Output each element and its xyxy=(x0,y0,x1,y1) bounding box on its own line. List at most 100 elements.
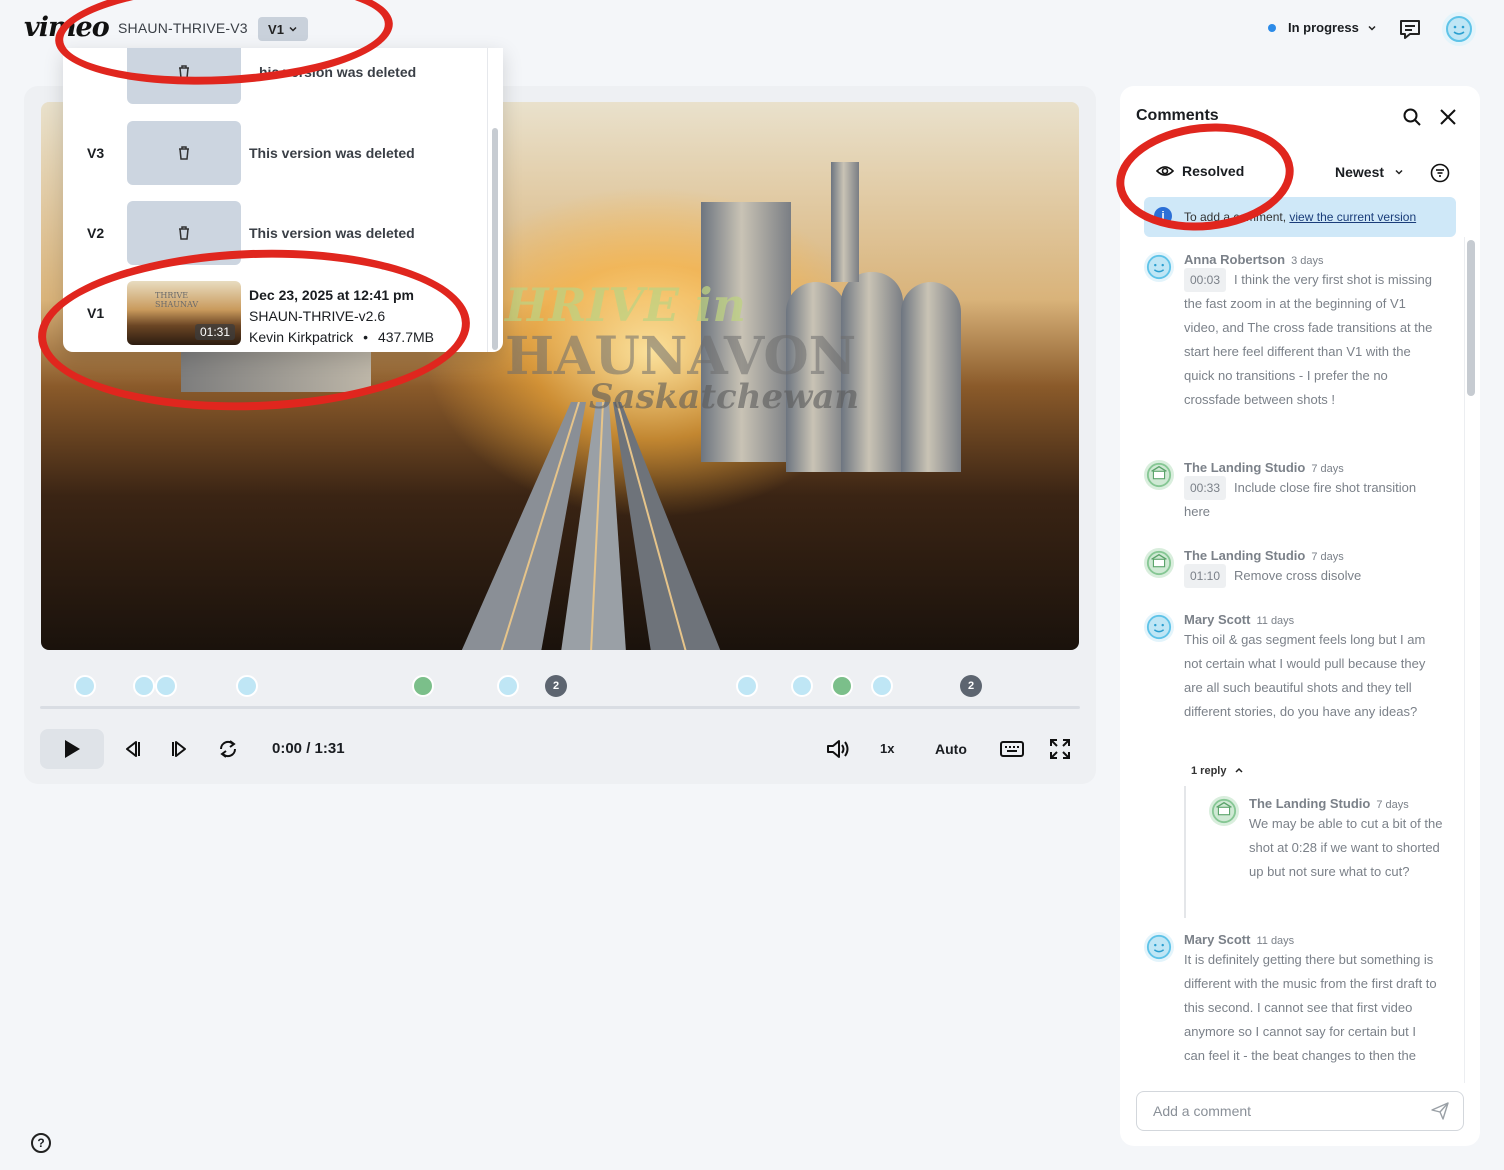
version-label: V2 xyxy=(87,225,105,241)
reply-item[interactable]: The Landing Studio 7 days We may be able … xyxy=(1209,796,1449,916)
elevator-tower xyxy=(831,162,859,282)
comments-toggle-icon[interactable] xyxy=(1398,18,1422,40)
next-frame-button[interactable] xyxy=(168,737,192,761)
close-icon[interactable] xyxy=(1438,107,1458,127)
status-dropdown[interactable]: In progress xyxy=(1268,20,1377,35)
send-icon[interactable] xyxy=(1431,1102,1449,1120)
avatar xyxy=(1144,460,1174,490)
status-dot xyxy=(1268,23,1276,32)
face-icon xyxy=(1146,254,1172,280)
search-icon[interactable] xyxy=(1402,107,1422,127)
loop-icon xyxy=(219,740,237,758)
playback-speed-button[interactable]: 1x xyxy=(880,741,894,756)
comment-body: We may be able to cut a bit of the shot … xyxy=(1249,812,1444,884)
comment-item[interactable]: The Landing Studio 7 days 01:10 Remove cro… xyxy=(1144,548,1444,594)
timeline-comment-marker[interactable] xyxy=(133,675,155,697)
comment-body: 00:33 Include close fire shot transition … xyxy=(1184,476,1440,524)
comment-timestamp[interactable]: 00:03 xyxy=(1184,268,1227,292)
view-current-version-link[interactable]: view the current version xyxy=(1289,210,1416,224)
comment-item[interactable]: Mary Scott 11 days This oil & gas segment… xyxy=(1144,612,1444,752)
volume-button[interactable] xyxy=(826,737,850,761)
fullscreen-icon xyxy=(1050,739,1070,759)
deleted-thumbnail xyxy=(127,121,241,185)
avatar xyxy=(1144,612,1174,642)
quality-button[interactable]: Auto xyxy=(935,741,967,757)
help-button[interactable]: ? xyxy=(31,1133,51,1153)
comment-author: Mary Scott xyxy=(1184,932,1251,947)
timeline-comment-marker[interactable] xyxy=(831,675,853,697)
comment-item[interactable]: The Landing Studio 7 days 00:33 Include cl… xyxy=(1144,460,1444,530)
video-title-overlay: HRIVE in HAUNAVON Saskatchewan xyxy=(505,278,859,417)
avatar xyxy=(1144,252,1174,282)
comment-body: It is definitely getting there but somet… xyxy=(1184,948,1440,1068)
timeline-comment-count[interactable]: 2 xyxy=(545,675,567,697)
filter-icon[interactable] xyxy=(1430,163,1450,183)
sort-label: Newest xyxy=(1335,164,1385,180)
sort-dropdown[interactable]: Newest xyxy=(1335,164,1404,180)
comment-author: The Landing Studio xyxy=(1184,548,1306,563)
timeline-comment-count[interactable]: 2 xyxy=(960,675,982,697)
timeline-comment-marker[interactable] xyxy=(412,675,434,697)
face-icon xyxy=(1446,16,1472,42)
timeline-comment-marker[interactable] xyxy=(871,675,893,697)
comments-fade xyxy=(1130,1060,1460,1084)
play-button[interactable] xyxy=(40,729,104,769)
deleted-label: This version was deleted xyxy=(249,225,415,241)
comment-text: It is definitely getting there but somet… xyxy=(1184,952,1437,1063)
timeline-comment-marker[interactable] xyxy=(155,675,177,697)
comment-body: This oil & gas segment feels long but I … xyxy=(1184,628,1440,724)
comments-scroll-track xyxy=(1464,237,1465,1083)
keyboard-icon xyxy=(1000,741,1024,757)
timeline-comment-marker[interactable] xyxy=(791,675,813,697)
status-label: In progress xyxy=(1288,20,1359,35)
comment-text: I think the very first shot is missing t… xyxy=(1184,272,1433,407)
chevron-up-icon xyxy=(1235,767,1243,773)
replies-toggle[interactable]: 1 reply xyxy=(1191,765,1244,777)
version-label: V3 xyxy=(87,145,105,161)
trash-icon xyxy=(179,226,189,240)
comment-age: 11 days xyxy=(1256,615,1295,627)
timeline-comment-marker[interactable] xyxy=(736,675,758,697)
comment-header: Anna Robertson 3 days xyxy=(1184,252,1324,267)
dropdown-scrollbar[interactable] xyxy=(492,128,498,350)
timeline-comment-marker[interactable] xyxy=(74,675,96,697)
add-comment-input[interactable]: Add a comment xyxy=(1136,1091,1464,1131)
fullscreen-button[interactable] xyxy=(1048,737,1072,761)
avatar xyxy=(1209,796,1239,826)
trash-icon xyxy=(179,146,189,160)
step-back-icon xyxy=(126,741,140,757)
replies-count: 1 reply xyxy=(1191,765,1227,777)
avatar xyxy=(1144,932,1174,962)
chevron-down-icon xyxy=(1368,25,1376,31)
deleted-label: This version was deleted xyxy=(249,145,415,161)
face-icon xyxy=(1146,614,1172,640)
loop-button[interactable] xyxy=(216,737,240,761)
avatar xyxy=(1144,548,1174,578)
user-avatar[interactable] xyxy=(1442,12,1476,46)
comment-header: Mary Scott 11 days xyxy=(1184,612,1294,627)
rail-tracks xyxy=(461,402,721,650)
comment-text: Remove cross disolve xyxy=(1234,568,1362,583)
timeline-comment-marker[interactable] xyxy=(497,675,519,697)
comment-body: 00:03 I think the very first shot is miss… xyxy=(1184,268,1440,412)
comment-author: The Landing Studio xyxy=(1249,796,1371,811)
previous-frame-button[interactable] xyxy=(120,737,144,761)
comment-header: The Landing Studio 7 days xyxy=(1184,460,1344,475)
version-row-v3[interactable]: V3 This version was deleted xyxy=(63,121,483,185)
reply-thread-line xyxy=(1184,786,1186,918)
comment-age: 7 days xyxy=(1311,551,1344,563)
studio-logo-icon xyxy=(1211,798,1237,824)
grain-bin xyxy=(901,282,961,472)
comment-timestamp[interactable]: 00:33 xyxy=(1184,476,1227,500)
face-icon xyxy=(1146,934,1172,960)
keyboard-shortcuts-button[interactable] xyxy=(1000,737,1024,761)
comment-item[interactable]: Anna Robertson 3 days 00:03 I think the ve… xyxy=(1144,252,1444,442)
comment-header: The Landing Studio 7 days xyxy=(1184,548,1344,563)
comments-title: Comments xyxy=(1136,107,1219,124)
comments-scrollbar[interactable] xyxy=(1467,240,1475,396)
overlay-line3: Saskatchewan xyxy=(589,377,860,417)
timeline-comment-marker[interactable] xyxy=(236,675,258,697)
play-icon xyxy=(65,740,80,758)
progress-timeline[interactable] xyxy=(40,706,1080,709)
comment-timestamp[interactable]: 01:10 xyxy=(1184,564,1227,588)
